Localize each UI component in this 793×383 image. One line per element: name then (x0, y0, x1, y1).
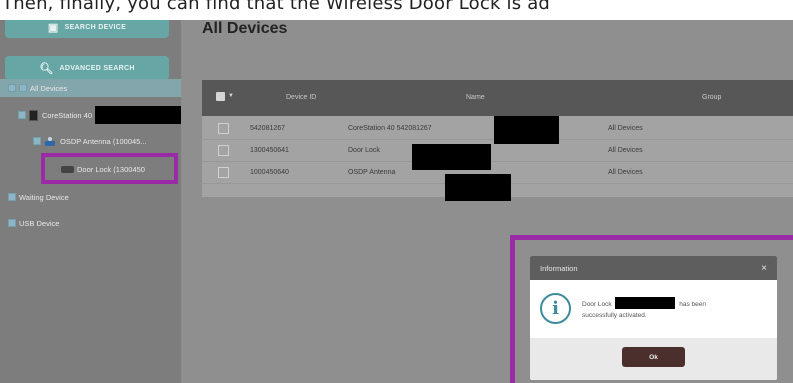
tree-label: OSDP Antenna (100045... (60, 136, 147, 146)
caption-line: Then, finally, you can find that the Wir… (2, 0, 551, 14)
dialog-message: Door Lock has been successfully activate… (582, 297, 706, 321)
redaction-box (412, 144, 491, 170)
redaction-box (494, 116, 559, 144)
redaction-box (445, 174, 511, 201)
dialog-header: Information × (530, 256, 777, 280)
app-window: ▣ SEARCH DEVICE 🔍︎ ADVANCED SEARCH All D… (0, 0, 793, 383)
search-device-label: SEARCH DEVICE (64, 23, 127, 31)
door-lock-highlight (41, 153, 178, 184)
advanced-search-label: ADVANCED SEARCH (59, 64, 135, 72)
tree-item-all-devices[interactable]: All Devices (0, 79, 181, 97)
sidebar: ▣ SEARCH DEVICE 🔍︎ ADVANCED SEARCH All D… (0, 16, 184, 383)
message-line-2: successfully activated. (582, 312, 647, 319)
search-device-icon: ▣ (47, 21, 59, 34)
row-checkbox[interactable] (218, 123, 229, 134)
folder-icon (8, 193, 16, 201)
redaction-box (615, 297, 676, 309)
expand-icon[interactable] (8, 84, 16, 92)
advanced-search-button[interactable]: 🔍︎ ADVANCED SEARCH (5, 56, 169, 80)
dialog-title: Information (540, 263, 578, 273)
name-cell: CoreStation 40 542081267 (348, 125, 432, 132)
redaction-box (95, 106, 184, 124)
folder-icon (19, 84, 27, 92)
caption-text: Then, finally, you can find that the Wir… (0, 0, 793, 20)
info-icon: i (540, 293, 571, 324)
name-cell: OSDP Antenna (348, 169, 396, 176)
folder-icon (8, 219, 16, 227)
controller-icon (29, 109, 38, 121)
antenna-icon (44, 136, 56, 146)
device-id-cell: 1300450641 (250, 147, 289, 154)
tree-label: All Devices (30, 83, 68, 93)
expand-icon[interactable] (18, 111, 26, 119)
column-header-name[interactable]: Name (466, 94, 485, 101)
table-header: ▼ Device ID Name Group (202, 80, 793, 116)
tree-label: CoreStation 40 (42, 110, 93, 120)
tree-item-usb-device[interactable]: USB Device (0, 214, 59, 232)
select-all-checkbox[interactable] (216, 92, 225, 101)
tree-label: Waiting Device (19, 192, 69, 202)
group-cell: All Devices (608, 169, 643, 176)
device-id-cell: 1000450640 (250, 169, 289, 176)
row-checkbox[interactable] (218, 167, 229, 178)
tree-item-corestation[interactable]: CoreStation 40 (0, 106, 184, 124)
tree-item-waiting-device[interactable]: Waiting Device (0, 188, 69, 206)
expand-icon[interactable] (33, 137, 41, 145)
device-id-cell: 542081267 (250, 125, 286, 132)
column-header-group[interactable]: Group (702, 94, 721, 101)
tree-label: USB Device (19, 218, 60, 228)
message-prefix: Door Lock (582, 301, 612, 308)
dialog-body: i Door Lock has been successfully activa… (530, 280, 777, 338)
chevron-down-icon[interactable]: ▼ (228, 93, 234, 99)
row-checkbox[interactable] (218, 145, 229, 156)
close-icon[interactable]: × (761, 263, 767, 274)
search-icon: 🔍︎ (39, 62, 54, 75)
tree-item-osdp-antenna[interactable]: OSDP Antenna (100045... (0, 132, 147, 150)
group-cell: All Devices (608, 125, 643, 132)
dialog-footer: Ok (530, 338, 777, 380)
column-header-device-id[interactable]: Device ID (286, 94, 316, 101)
group-cell: All Devices (608, 147, 643, 154)
ok-button[interactable]: Ok (622, 347, 685, 367)
information-dialog: Information × i Door Lock has been succe… (530, 256, 777, 380)
page-title: All Devices (202, 20, 288, 37)
message-suffix: has been (679, 301, 706, 308)
name-cell: Door Lock (348, 147, 380, 154)
